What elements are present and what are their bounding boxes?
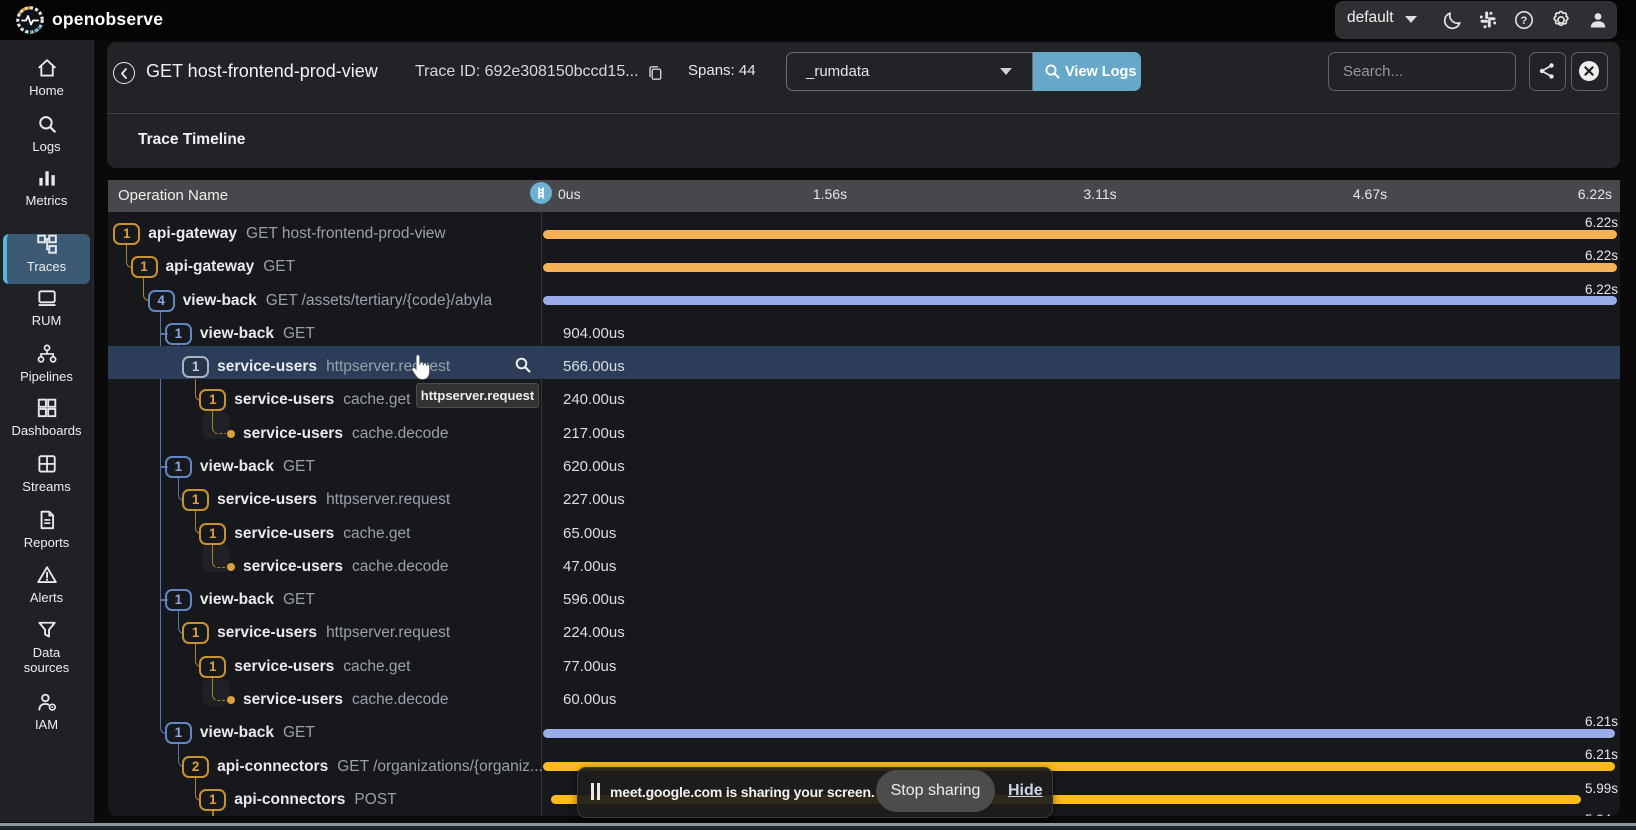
svg-text:?: ? [1521,15,1528,27]
